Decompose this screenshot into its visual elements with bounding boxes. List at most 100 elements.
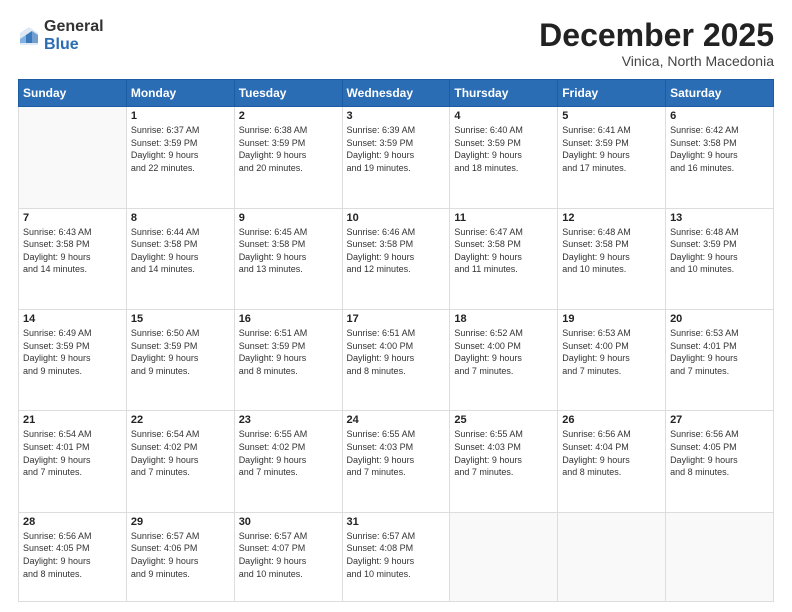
day-number: 21 [23, 414, 122, 426]
day-info: Sunrise: 6:44 AM Sunset: 3:58 PM Dayligh… [131, 226, 230, 276]
calendar-cell: 4 Sunrise: 6:40 AM Sunset: 3:59 PM Daylig… [450, 107, 558, 208]
day-info: Sunrise: 6:55 AM Sunset: 4:03 PM Dayligh… [347, 428, 446, 478]
day-number: 31 [347, 516, 446, 528]
day-info: Sunrise: 6:49 AM Sunset: 3:59 PM Dayligh… [23, 327, 122, 377]
calendar-cell: 18 Sunrise: 6:52 AM Sunset: 4:00 PM Dayli… [450, 310, 558, 411]
calendar-cell [666, 512, 774, 601]
day-number: 16 [239, 313, 338, 325]
calendar-cell: 30 Sunrise: 6:57 AM Sunset: 4:07 PM Dayli… [234, 512, 342, 601]
day-number: 10 [347, 212, 446, 224]
calendar-cell: 22Sunrise: 6:54 AM Sunset: 4:02 PM Dayli… [126, 411, 234, 512]
calendar-cell: 11 Sunrise: 6:47 AM Sunset: 3:58 PM Dayli… [450, 208, 558, 309]
calendar-cell: 31 Sunrise: 6:57 AM Sunset: 4:08 PM Dayli… [342, 512, 450, 601]
logo-general: General [44, 18, 104, 36]
calendar-cell: 21Sunrise: 6:54 AM Sunset: 4:01 PM Dayli… [19, 411, 127, 512]
day-info: Sunrise: 6:57 AM Sunset: 4:08 PM Dayligh… [347, 530, 446, 580]
day-info: Sunrise: 6:50 AM Sunset: 3:59 PM Dayligh… [131, 327, 230, 377]
day-info: Sunrise: 6:55 AM Sunset: 4:02 PM Dayligh… [239, 428, 338, 478]
day-info: Sunrise: 6:56 AM Sunset: 4:05 PM Dayligh… [670, 428, 769, 478]
calendar-week-row: 14 Sunrise: 6:49 AM Sunset: 3:59 PM Dayli… [19, 310, 774, 411]
day-number: 11 [454, 212, 553, 224]
calendar-cell: 12Sunrise: 6:48 AM Sunset: 3:58 PM Dayli… [558, 208, 666, 309]
day-info: Sunrise: 6:39 AM Sunset: 3:59 PM Dayligh… [347, 124, 446, 174]
day-info: Sunrise: 6:53 AM Sunset: 4:01 PM Dayligh… [670, 327, 769, 377]
day-info: Sunrise: 6:54 AM Sunset: 4:02 PM Dayligh… [131, 428, 230, 478]
calendar-cell: 26Sunrise: 6:56 AM Sunset: 4:04 PM Dayli… [558, 411, 666, 512]
day-info: Sunrise: 6:42 AM Sunset: 3:58 PM Dayligh… [670, 124, 769, 174]
day-number: 19 [562, 313, 661, 325]
day-number: 2 [239, 110, 338, 122]
calendar-cell: 19Sunrise: 6:53 AM Sunset: 4:00 PM Dayli… [558, 310, 666, 411]
calendar-cell [19, 107, 127, 208]
day-info: Sunrise: 6:40 AM Sunset: 3:59 PM Dayligh… [454, 124, 553, 174]
weekday-header-wednesday: Wednesday [342, 80, 450, 107]
day-number: 14 [23, 313, 122, 325]
day-info: Sunrise: 6:56 AM Sunset: 4:04 PM Dayligh… [562, 428, 661, 478]
weekday-header-monday: Monday [126, 80, 234, 107]
day-info: Sunrise: 6:51 AM Sunset: 4:00 PM Dayligh… [347, 327, 446, 377]
calendar-week-row: 1 Sunrise: 6:37 AM Sunset: 3:59 PM Daylig… [19, 107, 774, 208]
day-number: 18 [454, 313, 553, 325]
month-title: December 2025 [539, 18, 774, 53]
day-number: 6 [670, 110, 769, 122]
day-number: 7 [23, 212, 122, 224]
calendar-cell: 27 Sunrise: 6:56 AM Sunset: 4:05 PM Dayli… [666, 411, 774, 512]
calendar-cell [558, 512, 666, 601]
day-number: 27 [670, 414, 769, 426]
calendar-cell: 16 Sunrise: 6:51 AM Sunset: 3:59 PM Dayli… [234, 310, 342, 411]
day-info: Sunrise: 6:37 AM Sunset: 3:59 PM Dayligh… [131, 124, 230, 174]
day-info: Sunrise: 6:47 AM Sunset: 3:58 PM Dayligh… [454, 226, 553, 276]
logo-blue: Blue [44, 36, 104, 54]
day-info: Sunrise: 6:52 AM Sunset: 4:00 PM Dayligh… [454, 327, 553, 377]
day-number: 13 [670, 212, 769, 224]
calendar-cell [450, 512, 558, 601]
calendar-cell: 29Sunrise: 6:57 AM Sunset: 4:06 PM Dayli… [126, 512, 234, 601]
day-number: 17 [347, 313, 446, 325]
day-info: Sunrise: 6:51 AM Sunset: 3:59 PM Dayligh… [239, 327, 338, 377]
day-info: Sunrise: 6:55 AM Sunset: 4:03 PM Dayligh… [454, 428, 553, 478]
day-number: 1 [131, 110, 230, 122]
day-number: 12 [562, 212, 661, 224]
day-number: 23 [239, 414, 338, 426]
calendar-cell: 9 Sunrise: 6:45 AM Sunset: 3:58 PM Daylig… [234, 208, 342, 309]
page: General Blue December 2025 Vinica, North… [0, 0, 792, 612]
weekday-header-saturday: Saturday [666, 80, 774, 107]
generalblue-icon [18, 25, 40, 47]
weekday-header-friday: Friday [558, 80, 666, 107]
day-info: Sunrise: 6:46 AM Sunset: 3:58 PM Dayligh… [347, 226, 446, 276]
calendar-cell: 2 Sunrise: 6:38 AM Sunset: 3:59 PM Daylig… [234, 107, 342, 208]
calendar-cell: 17 Sunrise: 6:51 AM Sunset: 4:00 PM Dayli… [342, 310, 450, 411]
day-info: Sunrise: 6:41 AM Sunset: 3:59 PM Dayligh… [562, 124, 661, 174]
day-number: 30 [239, 516, 338, 528]
calendar-cell: 13 Sunrise: 6:48 AM Sunset: 3:59 PM Dayli… [666, 208, 774, 309]
calendar-table: SundayMondayTuesdayWednesdayThursdayFrid… [18, 79, 774, 602]
calendar-cell: 7 Sunrise: 6:43 AM Sunset: 3:58 PM Daylig… [19, 208, 127, 309]
calendar-week-row: 21Sunrise: 6:54 AM Sunset: 4:01 PM Dayli… [19, 411, 774, 512]
calendar-cell: 5 Sunrise: 6:41 AM Sunset: 3:59 PM Daylig… [558, 107, 666, 208]
day-number: 28 [23, 516, 122, 528]
weekday-header-row: SundayMondayTuesdayWednesdayThursdayFrid… [19, 80, 774, 107]
day-info: Sunrise: 6:48 AM Sunset: 3:59 PM Dayligh… [670, 226, 769, 276]
calendar-cell: 8 Sunrise: 6:44 AM Sunset: 3:58 PM Daylig… [126, 208, 234, 309]
day-info: Sunrise: 6:43 AM Sunset: 3:58 PM Dayligh… [23, 226, 122, 276]
day-number: 4 [454, 110, 553, 122]
logo: General Blue [18, 18, 104, 53]
calendar-cell: 14 Sunrise: 6:49 AM Sunset: 3:59 PM Dayli… [19, 310, 127, 411]
calendar-cell: 28Sunrise: 6:56 AM Sunset: 4:05 PM Dayli… [19, 512, 127, 601]
day-number: 5 [562, 110, 661, 122]
day-info: Sunrise: 6:45 AM Sunset: 3:58 PM Dayligh… [239, 226, 338, 276]
header: General Blue December 2025 Vinica, North… [18, 18, 774, 69]
calendar-cell: 24Sunrise: 6:55 AM Sunset: 4:03 PM Dayli… [342, 411, 450, 512]
calendar-cell: 15 Sunrise: 6:50 AM Sunset: 3:59 PM Dayli… [126, 310, 234, 411]
calendar-cell: 20Sunrise: 6:53 AM Sunset: 4:01 PM Dayli… [666, 310, 774, 411]
day-info: Sunrise: 6:38 AM Sunset: 3:59 PM Dayligh… [239, 124, 338, 174]
day-number: 8 [131, 212, 230, 224]
day-info: Sunrise: 6:57 AM Sunset: 4:07 PM Dayligh… [239, 530, 338, 580]
calendar-cell: 3 Sunrise: 6:39 AM Sunset: 3:59 PM Daylig… [342, 107, 450, 208]
weekday-header-sunday: Sunday [19, 80, 127, 107]
calendar-cell: 1 Sunrise: 6:37 AM Sunset: 3:59 PM Daylig… [126, 107, 234, 208]
day-number: 9 [239, 212, 338, 224]
day-number: 15 [131, 313, 230, 325]
logo-text: General Blue [44, 18, 104, 53]
day-number: 3 [347, 110, 446, 122]
